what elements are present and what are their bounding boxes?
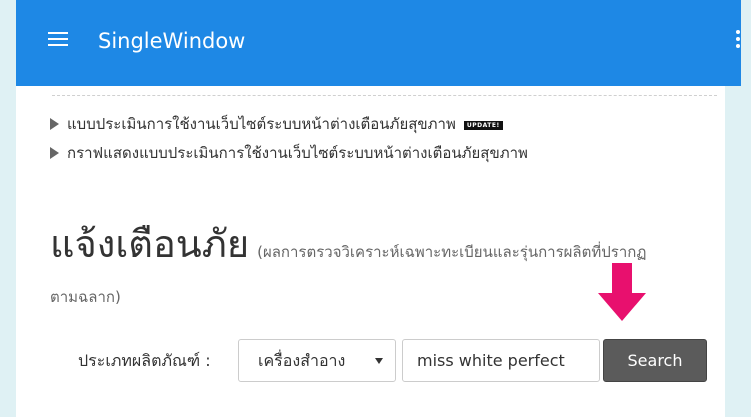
page-title: แจ้งเตือนภัย — [50, 222, 250, 266]
alert-heading: แจ้งเตือนภัย (ผลการตรวจวิเคราะห์เฉพาะทะเบ… — [50, 218, 646, 278]
survey-graph-link[interactable]: กราฟแสดงแบบประเมินการใช้งานเว็บไซต์ระบบห… — [50, 142, 528, 164]
search-button[interactable]: Search — [603, 339, 707, 382]
pink-down-arrow-icon — [598, 263, 646, 321]
product-type-selected-value: เครื่องสำอาง — [258, 351, 346, 370]
product-type-label: ประเภทผลิตภัณฑ์ : — [78, 351, 211, 370]
triangle-bullet-icon — [50, 147, 59, 159]
product-type-select[interactable]: เครื่องสำอาง — [238, 339, 396, 382]
dropdown-caret-icon — [375, 358, 383, 364]
page-subtitle-continued: ตามฉลาก) — [50, 288, 121, 306]
survey-link[interactable]: แบบประเมินการใช้งานเว็บไซต์ระบบหน้าต่างเ… — [50, 113, 503, 135]
more-vert-icon[interactable] — [734, 28, 742, 50]
app-bar: SingleWindow — [16, 0, 741, 86]
left-frame-border — [0, 0, 16, 417]
update-badge: UPDATE! — [463, 121, 503, 130]
survey-graph-link-label: กราฟแสดงแบบประเมินการใช้งานเว็บไซต์ระบบห… — [67, 144, 528, 162]
app-title: SingleWindow — [98, 29, 246, 53]
survey-link-label: แบบประเมินการใช้งานเว็บไซต์ระบบหน้าต่างเ… — [67, 115, 456, 133]
hamburger-menu-icon[interactable] — [48, 30, 68, 48]
divider — [52, 95, 717, 96]
search-input[interactable] — [402, 339, 600, 382]
page-subtitle: (ผลการตรวจวิเคราะห์เฉพาะทะเบียนและรุ่นกา… — [257, 243, 647, 261]
triangle-bullet-icon — [50, 118, 59, 130]
